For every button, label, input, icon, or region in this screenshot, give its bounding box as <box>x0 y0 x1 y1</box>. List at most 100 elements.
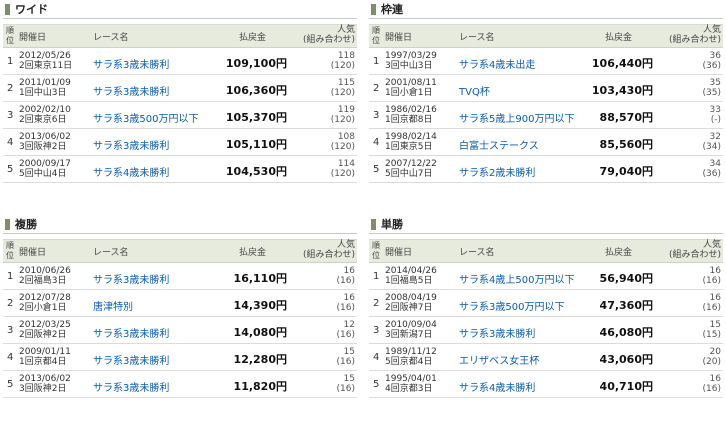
venue-text: 1回福島5日 <box>385 276 433 286</box>
race-link[interactable]: 白富士ステークス <box>459 137 539 152</box>
venue-text: 2回東京6日 <box>19 115 67 125</box>
popularity-cell: 32 (34) <box>703 132 721 152</box>
race-link[interactable]: サラ系3歳500万円以下 <box>93 110 198 125</box>
payout-cell: 47,360円 <box>599 299 653 312</box>
combo-text: (16) <box>336 303 355 313</box>
race-link[interactable]: サラ系3歳未勝利 <box>93 271 169 286</box>
table-row: 4 1998/02/14 1回東京5日 白富士ステークス 85,560円 32 (3… <box>369 129 723 156</box>
popularity-cell: 115 (120) <box>331 78 355 98</box>
header-date: 開催日 <box>19 33 47 43</box>
race-link[interactable]: サラ系3歳未勝利 <box>93 137 169 152</box>
race-link[interactable]: サラ系3歳500万円以下 <box>459 298 564 313</box>
ranking-panel: 枠連 順位 開催日 レース名 払戻金 人気 (組み合わせ) 1 1997/03/2… <box>369 2 723 183</box>
combo-text: (15) <box>702 330 721 340</box>
header-payout: 払戻金 <box>605 33 633 43</box>
payout-cell: 103,430円 <box>591 84 653 97</box>
race-link[interactable]: サラ系3歳未勝利 <box>459 325 535 340</box>
panel-title: ワイド <box>3 2 357 19</box>
pop-text: 15 <box>343 374 355 384</box>
race-link[interactable]: サラ系3歳未勝利 <box>93 325 169 340</box>
table-row: 4 1989/11/12 5回京都4日 エリザベス女王杯 43,060円 20 (2… <box>369 344 723 371</box>
race-link[interactable]: エリザベス女王杯 <box>459 352 539 367</box>
combo-text: (16) <box>702 276 721 286</box>
race-link[interactable]: 唐津特別 <box>93 298 133 313</box>
rank-cell: 2 <box>7 298 14 309</box>
race-link[interactable]: サラ系3歳未勝利 <box>93 352 169 367</box>
date-text: 2009/01/11 <box>19 347 71 357</box>
popularity-cell: 16 (16) <box>337 266 355 286</box>
race-link[interactable]: サラ系3歳未勝利 <box>93 83 169 98</box>
date-text: 2007/12/22 <box>385 159 437 169</box>
panel-title: 枠連 <box>369 2 723 19</box>
table-row: 2 2001/08/11 1回小倉1日 TVQ杯 103,430円 35 (35) <box>369 75 723 102</box>
date-text: 2012/05/26 <box>19 51 71 61</box>
payout-cell: 56,940円 <box>599 272 653 285</box>
panel-title: 複勝 <box>3 217 357 234</box>
date-text: 2001/08/11 <box>385 78 437 88</box>
race-link[interactable]: サラ系3歳未勝利 <box>93 56 169 71</box>
payout-cell: 106,440円 <box>591 57 653 70</box>
venue-text: 1回京都8日 <box>385 115 433 125</box>
header-rank: 順位 <box>372 26 380 45</box>
rank-cell: 5 <box>7 164 14 175</box>
header-popularity: 人気 (組み合わせ) <box>303 25 355 45</box>
date-text: 2008/04/19 <box>385 293 437 303</box>
rank-cell: 4 <box>373 137 380 148</box>
race-link[interactable]: サラ系4歳未勝利 <box>459 379 535 394</box>
date-text: 2010/06/26 <box>19 266 71 276</box>
date-text: 2012/07/28 <box>19 293 71 303</box>
header-pop-label: 人気 <box>702 25 721 35</box>
table-row: 5 2013/06/02 3回阪神2日 サラ系3歳未勝利 11,820円 15 (1… <box>3 371 357 398</box>
race-link[interactable]: サラ系4歳未勝利 <box>93 164 169 179</box>
table-row: 5 2007/12/22 5回中山7日 サラ系2歳未勝利 79,040円 34 (3… <box>369 156 723 183</box>
pop-text: 35 <box>709 78 721 88</box>
payout-cell: 85,560円 <box>599 138 653 151</box>
rank-cell: 2 <box>7 83 14 94</box>
rank-cell: 2 <box>373 83 380 94</box>
venue-text: 3回阪神2日 <box>19 142 67 152</box>
date-cell: 1989/11/12 5回京都4日 <box>385 347 437 367</box>
rank-cell: 3 <box>7 110 14 121</box>
combo-text: (16) <box>336 330 355 340</box>
header-popularity: 人気 (組み合わせ) <box>669 25 721 45</box>
rank-cell: 2 <box>373 298 380 309</box>
payout-cell: 43,060円 <box>599 353 653 366</box>
popularity-cell: 35 (35) <box>703 78 721 98</box>
header-rank: 順位 <box>6 26 14 45</box>
rank-cell: 3 <box>373 325 380 336</box>
race-link[interactable]: サラ系3歳未勝利 <box>93 379 169 394</box>
race-link[interactable]: サラ系4歳上500万円以下 <box>459 271 574 286</box>
pop-text: 12 <box>343 320 355 330</box>
table-header: 順位 開催日 レース名 払戻金 人気 (組み合わせ) <box>3 239 357 263</box>
race-link[interactable]: サラ系5歳上900万円以下 <box>459 110 574 125</box>
table-row: 4 2009/01/11 1回京都4日 サラ系3歳未勝利 12,280円 15 (1… <box>3 344 357 371</box>
payout-cell: 109,100円 <box>225 57 287 70</box>
date-cell: 2014/04/26 1回福島5日 <box>385 266 437 286</box>
header-combo-label: (組み合わせ) <box>668 250 721 260</box>
venue-text: 1回中山3日 <box>19 88 67 98</box>
venue-text: 2回阪神2日 <box>19 330 67 340</box>
date-cell: 2007/12/22 5回中山7日 <box>385 159 437 179</box>
popularity-cell: 16 (16) <box>337 293 355 313</box>
pop-text: 34 <box>709 159 721 169</box>
popularity-cell: 36 (36) <box>703 51 721 71</box>
header-popularity: 人気 (組み合わせ) <box>669 240 721 260</box>
date-cell: 1995/04/01 4回京都3日 <box>385 374 437 394</box>
date-text: 2000/09/17 <box>19 159 71 169</box>
header-race: レース名 <box>459 33 495 43</box>
combo-text: (16) <box>702 303 721 313</box>
combo-text: (16) <box>336 357 355 367</box>
header-rank: 順位 <box>372 241 380 260</box>
venue-text: 2回小倉1日 <box>19 303 67 313</box>
date-cell: 2012/03/25 2回阪神2日 <box>19 320 71 340</box>
pop-text: 119 <box>337 105 355 115</box>
combo-text: (120) <box>330 115 355 125</box>
venue-text: 5回中山4日 <box>19 169 67 179</box>
date-cell: 2002/02/10 2回東京6日 <box>19 105 71 125</box>
race-link[interactable]: サラ系4歳未出走 <box>459 56 535 71</box>
race-link[interactable]: TVQ杯 <box>459 83 490 98</box>
payout-cell: 105,110円 <box>225 138 287 151</box>
pop-text: 15 <box>343 347 355 357</box>
header-pop-label: 人気 <box>702 240 721 250</box>
race-link[interactable]: サラ系2歳未勝利 <box>459 164 535 179</box>
